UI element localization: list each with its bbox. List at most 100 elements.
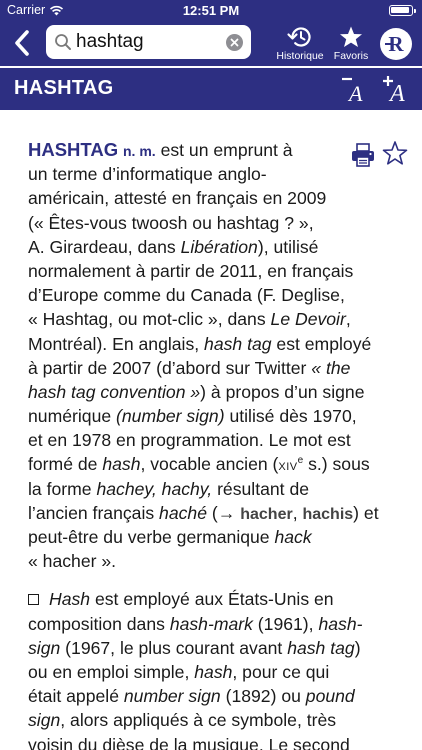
term: hash [102,454,141,475]
entry-line: un terme d’informatique anglo- [28,164,267,185]
text: est employé [271,333,372,354]
entry-line: (« Êtes-vous twoosh ou hashtag ? », [28,212,314,233]
text: était appelé [28,686,124,707]
search-input[interactable] [76,30,226,54]
entry-line: ou en emploi simple, hash, pour ce qui [28,660,408,684]
quote: « the [311,357,351,378]
top-bar: Carrier 12:51 PM hashtag Historique Favo… [0,0,422,66]
increase-font-button[interactable]: A [381,75,411,107]
text: (1892) ou [220,686,306,707]
text: A. Girardeau, dans [28,236,181,257]
entry-line: « hacher ». [28,551,117,572]
entry-line: Hash est employé aux États-Unis en [28,587,408,611]
entry-line: hash tag convention ») à propos d’un sig… [28,380,408,404]
text: , pour ce qui [232,661,330,682]
svg-text:A: A [388,81,405,103]
history-label: Historique [276,50,324,62]
favorites-button[interactable]: Favoris [331,25,371,62]
term: Hash [49,589,91,610]
entry-line: était appelé number sign (1892) ou pound [28,684,408,708]
decrease-font-button[interactable]: A [340,75,370,106]
entry-line: numérique (number sign) utilisé dès 1970… [28,404,408,428]
entry-line: A. Girardeau, dans Libération), utilisé [28,235,408,259]
text: est un emprunt à [160,140,293,160]
entry-line: formé de hash, vocable ancien (XIVe s.) … [28,452,408,476]
text: , [345,309,351,330]
page-title: HASHTAG [14,77,114,99]
text: (→ [206,502,241,523]
text: « Hashtag, ou mot-clic », dans [28,309,271,330]
text: , vocable ancien ( [140,454,279,475]
text: , alors appliqués à ce symbole, très [60,710,337,731]
square-bullet-icon [28,594,39,606]
back-button[interactable] [10,28,36,58]
term: haché [159,502,207,523]
term: pound [305,686,355,707]
text: formé de [28,454,103,475]
term: hash tag [287,637,355,658]
robert-logo-button[interactable]: R [380,28,412,60]
status-time: 12:51 PM [182,3,240,18]
century: XIV [278,461,298,474]
entry-line: normalement à partir de 2011, en françai… [28,260,354,281]
svg-text:A: A [347,81,363,103]
entry-line: sign, alors appliqués à ce symbole, très [28,708,408,732]
text: la forme [28,478,97,499]
text: ou en emploi simple, [28,661,195,682]
quote: hash tag convention » [28,381,201,402]
text: , [292,502,303,523]
cross-reference-link[interactable]: hacher [240,506,292,523]
entry-line: d’Europe comme du Canada (F. Deglise, [28,285,345,306]
grammar-label: n. m. [123,143,156,159]
term: hack [274,527,312,547]
text: (1967, le plus courant avant [60,637,288,658]
search-box [46,25,251,59]
term: hachey, hachy, [96,478,213,499]
text: peut-être du verbe germanique [28,527,275,547]
text: résultant de [212,478,310,499]
cross-reference-link[interactable]: hachis [302,506,353,523]
text: l’ancien français [28,502,160,523]
text: (1961), [252,613,319,634]
entry-line: à partir de 2007 (d’abord sur Twitter « … [28,356,408,380]
text: utilisé dès 1970, [224,406,357,427]
term: number sign [123,686,221,707]
entry-line: composition dans hash-mark (1961), hash- [28,612,408,636]
term: hash tag [204,333,272,354]
text: composition dans [28,613,170,634]
history-icon [287,27,311,47]
entry-line: « Hashtag, ou mot-clic », dans Le Devoir… [28,307,408,331]
chevron-left-icon [15,30,29,56]
term: hash- [318,613,363,634]
text: ) à propos d’un signe [200,381,365,402]
close-icon [230,38,239,47]
search-icon [55,34,71,50]
text: s.) sous [303,454,370,475]
text-larger-icon: A [383,76,405,107]
term: hash [194,661,233,682]
favorites-label: Favoris [333,50,369,62]
text: numérique [28,406,117,427]
headword: HASHTAG [28,139,119,160]
logo-letter: R [388,32,404,56]
entry-line: l’ancien français haché (→ hacher, hachi… [28,501,408,525]
entry-line: américain, attesté en français en 2009 [28,188,327,209]
status-bar: Carrier 12:51 PM [0,0,422,22]
text: Montréal). En anglais, [28,333,205,354]
text: ), utilisé [257,236,319,257]
entry-line: sign (1967, le plus courant avant hash t… [28,636,408,660]
word-header: HASHTAG A A [0,68,422,110]
text: ) [354,637,361,658]
text: est employé aux États-Unis en [90,589,334,610]
dictionary-entry: HASHTAG n. m. est un emprunt à un terme … [28,138,408,750]
term: sign [28,637,61,658]
entry-line: et en 1978 en programmation. Le mot est [28,430,351,451]
clear-search-button[interactable] [226,34,243,51]
text-smaller-icon: A [342,77,363,106]
term: hash-mark [169,613,253,634]
entry-line: la forme hachey, hachy, résultant de [28,477,408,501]
history-button[interactable]: Historique [272,25,328,62]
term: (number sign) [116,406,225,427]
entry-line: voisin du dièse de la musique. Le second [28,734,350,750]
